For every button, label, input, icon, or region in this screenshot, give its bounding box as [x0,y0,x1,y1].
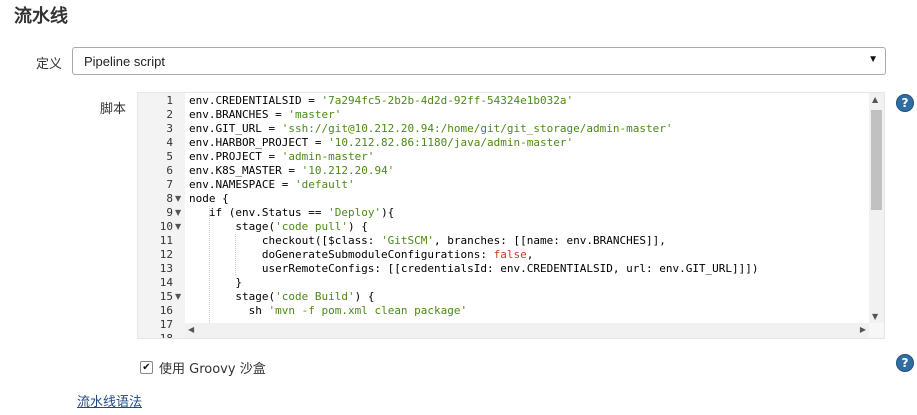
code-token: env.GIT_URL = [189,122,282,135]
scroll-down-icon[interactable]: ▼ [872,312,878,321]
string-token: '7a294fc5-2b2b-4d2d-92ff-54324e1b032a' [321,94,574,107]
string-token: '10.212.82.86:1180/java/admin-master' [328,136,574,149]
code-token: env.PROJECT = [189,150,282,163]
code-token: stage( [189,290,276,303]
code-token: env.CREDENTIALSID = [189,94,322,107]
code-line[interactable]: env.PROJECT = 'admin-master' [189,150,374,164]
code-token: env.HARBOR_PROJECT = [189,136,329,149]
line-number: 11 [159,234,173,247]
indent-guide [235,234,236,275]
vertical-scroll-thumb[interactable] [871,110,882,210]
string-token: 'Deploy' [328,206,382,219]
groovy-sandbox-checkbox[interactable]: ✔ [140,361,153,374]
code-line[interactable]: env.K8S_MASTER = '10.212.20.94' [189,164,394,178]
chevron-down-icon: ▼ [868,54,878,65]
line-number: 9 [166,206,173,219]
code-line[interactable]: sh 'mvn -f pom.xml clean package' [189,304,468,318]
code-line[interactable]: node { [189,192,229,206]
line-number: 18 [159,332,173,339]
string-token: 'default' [294,178,355,191]
code-line[interactable]: env.NAMESPACE = 'default' [189,178,355,192]
code-token: sh [189,304,269,317]
help-icon[interactable]: ? [896,354,914,372]
horizontal-scrollbar[interactable]: ◀ ▶ [185,323,869,338]
line-number: 6 [166,164,173,177]
line-number: 3 [166,122,173,135]
script-label: 脚本 [100,102,127,117]
code-line[interactable]: env.CREDENTIALSID = '7a294fc5-2b2b-4d2d-… [189,94,573,108]
string-token: 'ssh://git@10.212.20.94:/home/git/git_st… [281,122,673,135]
code-token: , [526,248,534,261]
line-number: 4 [166,136,173,149]
code-token: checkout([$class: [189,234,382,247]
line-number: 12 [159,248,173,261]
code-token: env.K8S_MASTER = [189,164,302,177]
section-title: 流水线 [14,6,68,27]
script-editor[interactable]: 1 env.CREDENTIALSID = '7a294fc5-2b2b-4d2d… [137,92,885,339]
code-line[interactable]: if (env.Status == 'Deploy'){ [189,206,394,220]
fold-arrow-icon[interactable]: ▼ [175,290,181,304]
line-number: 13 [159,262,173,275]
code-line[interactable]: } [189,276,242,290]
scroll-left-icon[interactable]: ◀ [188,325,194,334]
pipeline-syntax-link[interactable]: 流水线语法 [77,391,142,410]
fold-arrow-icon[interactable]: ▼ [175,220,181,234]
scroll-right-icon[interactable]: ▶ [860,325,866,334]
vertical-scrollbar[interactable]: ▲ ▼ [869,93,884,323]
code-token: env.NAMESPACE = [189,178,295,191]
string-token: 'code pull' [275,220,348,233]
string-token: '10.212.20.94' [301,164,395,177]
code-line[interactable]: stage('code Build') { [189,290,374,304]
line-number: 7 [166,178,173,191]
code-token: , branches: [[name: env.BRANCHES]], [434,234,666,247]
line-number: 2 [166,108,173,121]
code-line[interactable]: env.GIT_URL = 'ssh://git@10.212.20.94:/h… [189,122,672,136]
pipeline-config-page: 流水线 定义 Pipeline script ▼ 脚本 1 env.CREDENT… [0,0,917,415]
code-token: stage( [189,220,276,233]
string-token: 'mvn -f pom.xml clean package' [268,304,468,317]
string-token: 'code Build' [275,290,355,303]
line-number: 8 [166,192,173,205]
code-line[interactable]: env.BRANCHES = 'master' [189,108,341,122]
string-token: 'GitSCM' [381,234,435,247]
code-token: userRemoteConfigs: [[credentialsId: env.… [189,262,759,275]
line-number: 1 [166,94,173,107]
code-token: env.BRANCHES = [189,108,289,121]
string-token: 'master' [288,108,342,121]
fold-arrow-icon[interactable]: ▼ [175,192,181,206]
code-token: node { [189,192,229,205]
help-icon[interactable]: ? [896,94,914,112]
code-line[interactable]: userRemoteConfigs: [[credentialsId: env.… [189,262,759,276]
code-token: } [189,276,242,289]
indent-guide [209,206,210,338]
keyword-token: false [493,248,527,261]
code-token: ) { [354,290,375,303]
groovy-sandbox-label[interactable]: 使用 Groovy 沙盒 [159,358,266,377]
definition-selected-value: Pipeline script [84,54,165,69]
line-number: 14 [159,276,173,289]
code-token: ) { [347,220,368,233]
code-token: ){ [381,206,395,219]
line-number: 16 [159,304,173,317]
definition-label: 定义 [36,57,63,72]
fold-arrow-icon[interactable]: ▼ [175,206,181,220]
line-number: 15 [159,290,173,303]
code-line[interactable]: stage('code pull') { [189,220,368,234]
string-token: 'admin-master' [281,150,375,163]
line-number: 5 [166,150,173,163]
line-number: 17 [159,318,173,331]
code-line[interactable]: env.HARBOR_PROJECT = '10.212.82.86:1180/… [189,136,573,150]
definition-select[interactable]: Pipeline script ▼ [72,47,886,75]
code-line[interactable]: checkout([$class: 'GitSCM', branches: [[… [189,234,666,248]
scroll-up-icon[interactable]: ▲ [872,95,878,104]
code-line[interactable]: doGenerateSubmoduleConfigurations: false… [189,248,534,262]
line-number: 10 [159,220,173,233]
